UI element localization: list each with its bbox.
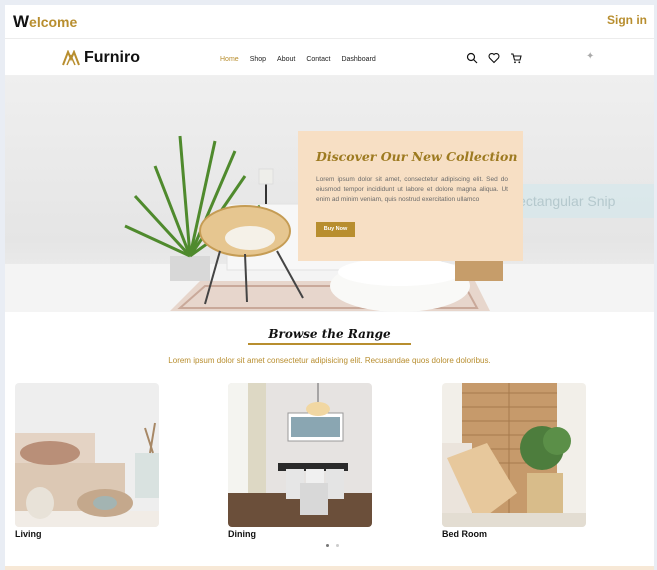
living-image[interactable] <box>15 383 159 527</box>
nav-menu: Home Shop About Contact Dashboard <box>220 56 376 63</box>
snip-overlay-text: Rectangular Snip <box>508 193 616 209</box>
browse-subtitle: Lorem ipsum dolor sit amet consectetur a… <box>168 356 491 365</box>
heart-icon[interactable] <box>488 52 500 64</box>
furniro-logo-icon <box>62 50 80 66</box>
footer-strip <box>5 566 654 570</box>
welcome-text: Welcome <box>13 12 77 32</box>
page-frame: Welcome Sign in Furniro Home Shop About … <box>5 5 654 570</box>
nav-item-shop[interactable]: Shop <box>250 56 266 63</box>
browse-section-header: Browse the Range <box>5 325 654 345</box>
sparkle-icon: ✦ <box>586 51 595 62</box>
carousel-dots <box>326 544 339 547</box>
hero-card: Discover Our New Collection Lorem ipsum … <box>298 131 523 261</box>
nav-item-dashboard[interactable]: Dashboard <box>341 56 375 63</box>
buy-now-button[interactable]: Buy Now <box>316 222 355 237</box>
bed-room-image[interactable] <box>442 383 586 527</box>
dining-image[interactable] <box>228 383 372 527</box>
top-bar: Welcome Sign in <box>5 5 654 39</box>
hero-description: Lorem ipsum dolor sit amet, consectetur … <box>316 176 508 203</box>
carousel-dot-2[interactable] <box>336 544 339 547</box>
sign-in-link[interactable]: Sign in <box>607 13 647 27</box>
brand[interactable]: Furniro <box>62 49 140 67</box>
hero-banner: Rectangular Snip Discover Our New Collec… <box>5 76 654 312</box>
category-card-living[interactable]: Living <box>15 383 159 539</box>
carousel-dot-1[interactable] <box>326 544 329 547</box>
nav-item-home[interactable]: Home <box>220 56 239 63</box>
nav-item-about[interactable]: About <box>277 56 295 63</box>
welcome-rest: elcome <box>29 14 78 30</box>
category-card-bed-room[interactable]: Bed Room <box>442 383 586 539</box>
category-label-bed-room: Bed Room <box>442 529 487 539</box>
brand-name: Furniro <box>84 49 140 66</box>
welcome-initial: W <box>13 12 30 31</box>
category-card-dining[interactable]: Dining <box>228 383 372 539</box>
search-icon[interactable] <box>466 52 478 64</box>
browse-title: Browse the Range <box>248 327 411 345</box>
cart-icon[interactable] <box>510 52 522 64</box>
category-label-dining: Dining <box>228 529 256 539</box>
category-label-living: Living <box>15 529 42 539</box>
nav-icons <box>466 52 522 64</box>
hero-title: Discover Our New Collection <box>316 149 518 164</box>
nav-item-contact[interactable]: Contact <box>306 56 330 63</box>
main-nav: Furniro Home Shop About Contact Dashboar… <box>5 39 654 76</box>
